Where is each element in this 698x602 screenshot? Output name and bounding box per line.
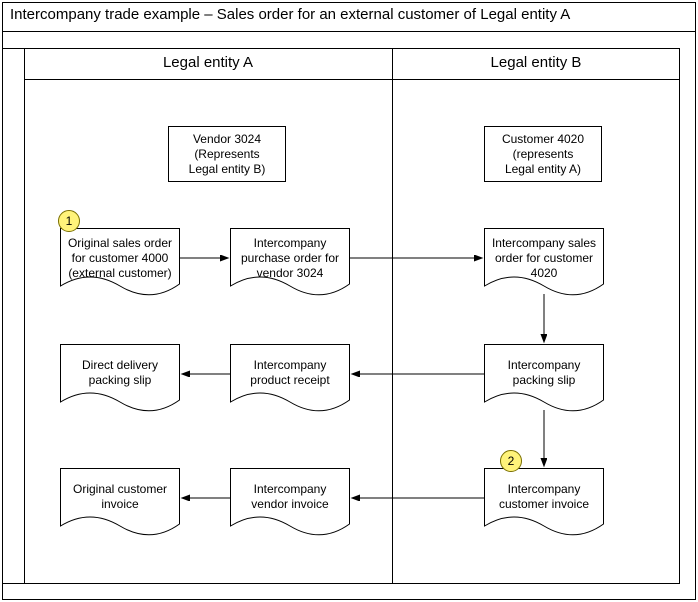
doc-ic-packing-slip: Intercompany packing slip — [484, 344, 604, 412]
doc-original-sales-order-label: Original sales order for customer 4000 (… — [66, 236, 174, 281]
doc-original-sales-order: Original sales order for customer 4000 (… — [60, 228, 180, 296]
column-divider-body — [392, 80, 393, 584]
doc-direct-packing-slip: Direct delivery packing slip — [60, 344, 180, 412]
box-vendor-3024: Vendor 3024 (Represents Legal entity B) — [168, 126, 286, 182]
doc-ic-sales-order-label: Intercompany sales order for customer 40… — [490, 236, 598, 281]
column-a-title: Legal entity A — [24, 54, 392, 71]
doc-direct-packing-slip-label: Direct delivery packing slip — [66, 358, 174, 388]
badge-step-2-label: 2 — [508, 454, 515, 468]
box-customer-4020: Customer 4020 (represents Legal entity A… — [484, 126, 602, 182]
column-b-title: Legal entity B — [392, 54, 680, 71]
badge-step-2: 2 — [500, 450, 522, 472]
box-customer-label: Customer 4020 (represents Legal entity A… — [502, 132, 584, 177]
column-b-header: Legal entity B — [392, 48, 680, 80]
doc-ic-customer-invoice-label: Intercompany customer invoice — [490, 482, 598, 512]
diagram-root: Intercompany trade example – Sales order… — [0, 0, 698, 602]
left-strip — [2, 48, 24, 584]
diagram-title: Intercompany trade example – Sales order… — [10, 6, 570, 23]
doc-ic-sales-order: Intercompany sales order for customer 40… — [484, 228, 604, 296]
badge-step-1-label: 1 — [66, 214, 73, 228]
doc-original-customer-invoice-label: Original customer invoice — [66, 482, 174, 512]
doc-ic-vendor-invoice-label: Intercompany vendor invoice — [236, 482, 344, 512]
doc-ic-customer-invoice: Intercompany customer invoice — [484, 468, 604, 536]
doc-original-customer-invoice: Original customer invoice — [60, 468, 180, 536]
doc-ic-purchase-order: Intercompany purchase order for vendor 3… — [230, 228, 350, 296]
badge-step-1: 1 — [58, 210, 80, 232]
box-vendor-label: Vendor 3024 (Represents Legal entity B) — [189, 132, 266, 177]
doc-ic-packing-slip-label: Intercompany packing slip — [490, 358, 598, 388]
doc-ic-vendor-invoice: Intercompany vendor invoice — [230, 468, 350, 536]
column-a-header: Legal entity A — [24, 48, 392, 80]
doc-ic-product-receipt: Intercompany product receipt — [230, 344, 350, 412]
doc-ic-purchase-order-label: Intercompany purchase order for vendor 3… — [236, 236, 344, 281]
doc-ic-product-receipt-label: Intercompany product receipt — [236, 358, 344, 388]
